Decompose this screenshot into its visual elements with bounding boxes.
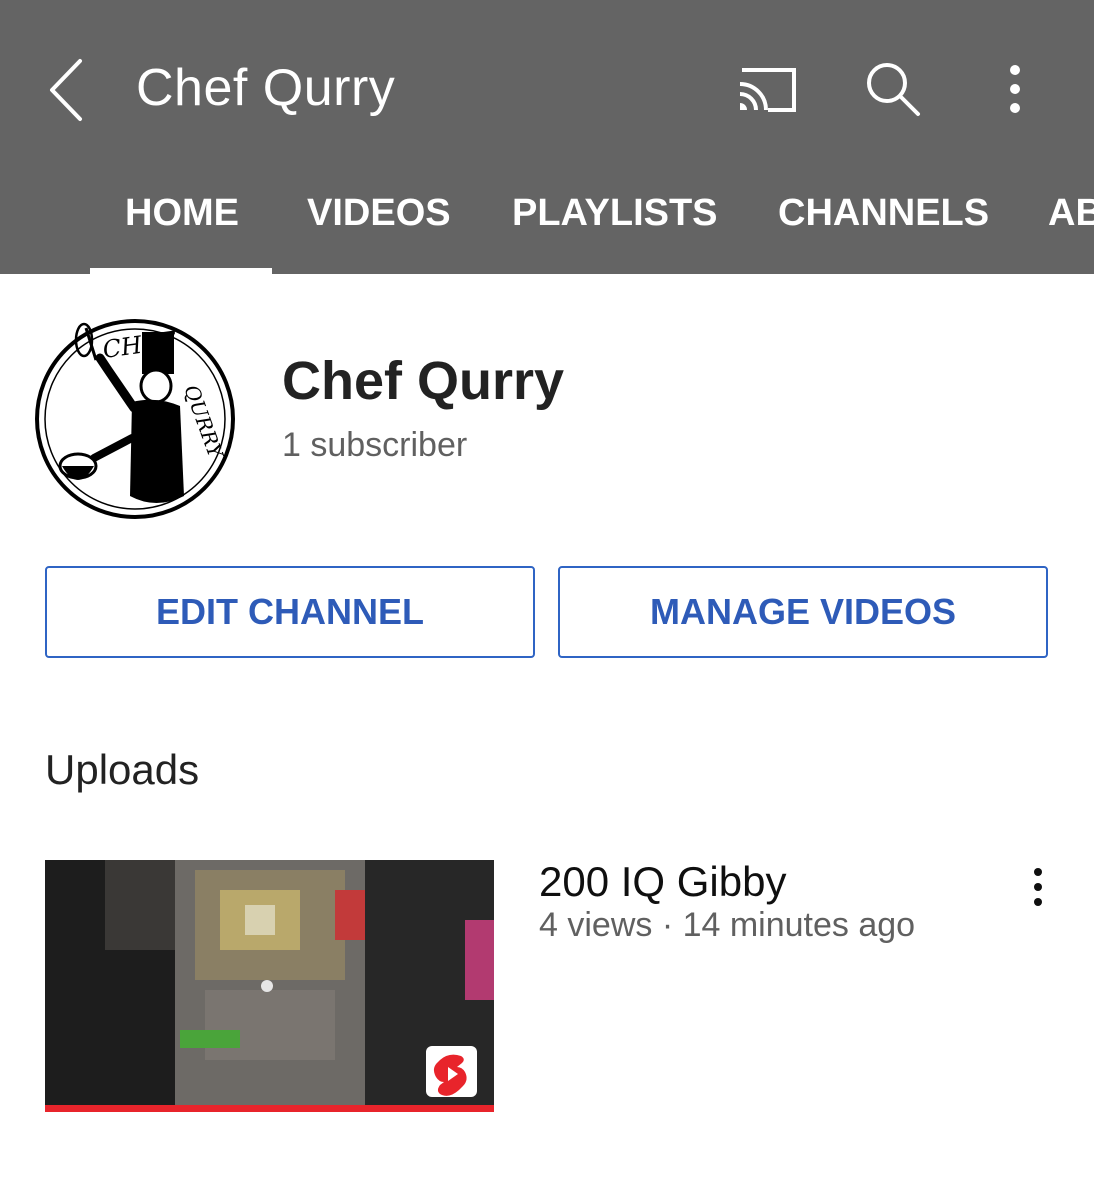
- tab-home[interactable]: HOME: [125, 192, 239, 235]
- manage-videos-button[interactable]: MANAGE VIDEOS: [558, 566, 1048, 658]
- tab-playlists[interactable]: PLAYLISTS: [512, 192, 718, 235]
- back-button[interactable]: [40, 55, 100, 125]
- back-arrow-icon: [50, 59, 82, 121]
- channel-name: Chef Qurry: [282, 351, 565, 411]
- watch-progress-bar: [45, 1105, 494, 1112]
- search-icon: [867, 63, 920, 116]
- uploads-section-title: Uploads: [45, 746, 200, 793]
- more-vert-icon: [1034, 868, 1042, 906]
- chef-logo-icon: CHEF QURRY: [35, 319, 235, 519]
- app-bar-title: Chef Qurry: [136, 59, 396, 117]
- search-button[interactable]: [862, 58, 924, 120]
- cast-icon: [739, 68, 796, 112]
- subscriber-count: 1 subscriber: [282, 426, 468, 464]
- thumbnail-image: [45, 860, 494, 1112]
- tab-about[interactable]: AB: [1048, 192, 1094, 235]
- channel-avatar[interactable]: CHEF QURRY: [34, 318, 236, 520]
- more-vert-icon: [1010, 65, 1020, 113]
- channel-app-bar: Chef Qurry HOME VIDEOS PLAYLISTS CHANNEL…: [0, 0, 1094, 274]
- video-thumbnail[interactable]: [45, 860, 494, 1112]
- tab-videos[interactable]: VIDEOS: [307, 192, 451, 235]
- video-metadata: 4 views · 14 minutes ago: [539, 906, 916, 944]
- active-tab-indicator: [90, 268, 272, 274]
- more-options-button[interactable]: [1000, 60, 1030, 120]
- edit-channel-button[interactable]: EDIT CHANNEL: [45, 566, 535, 658]
- top-toolbar: Chef Qurry: [0, 0, 1094, 180]
- tab-channels[interactable]: CHANNELS: [778, 192, 989, 235]
- channel-tabs: HOME VIDEOS PLAYLISTS CHANNELS AB: [0, 180, 1094, 274]
- video-title[interactable]: 200 IQ Gibby: [539, 858, 786, 906]
- cast-button[interactable]: [736, 62, 800, 116]
- video-more-button[interactable]: [1024, 866, 1052, 908]
